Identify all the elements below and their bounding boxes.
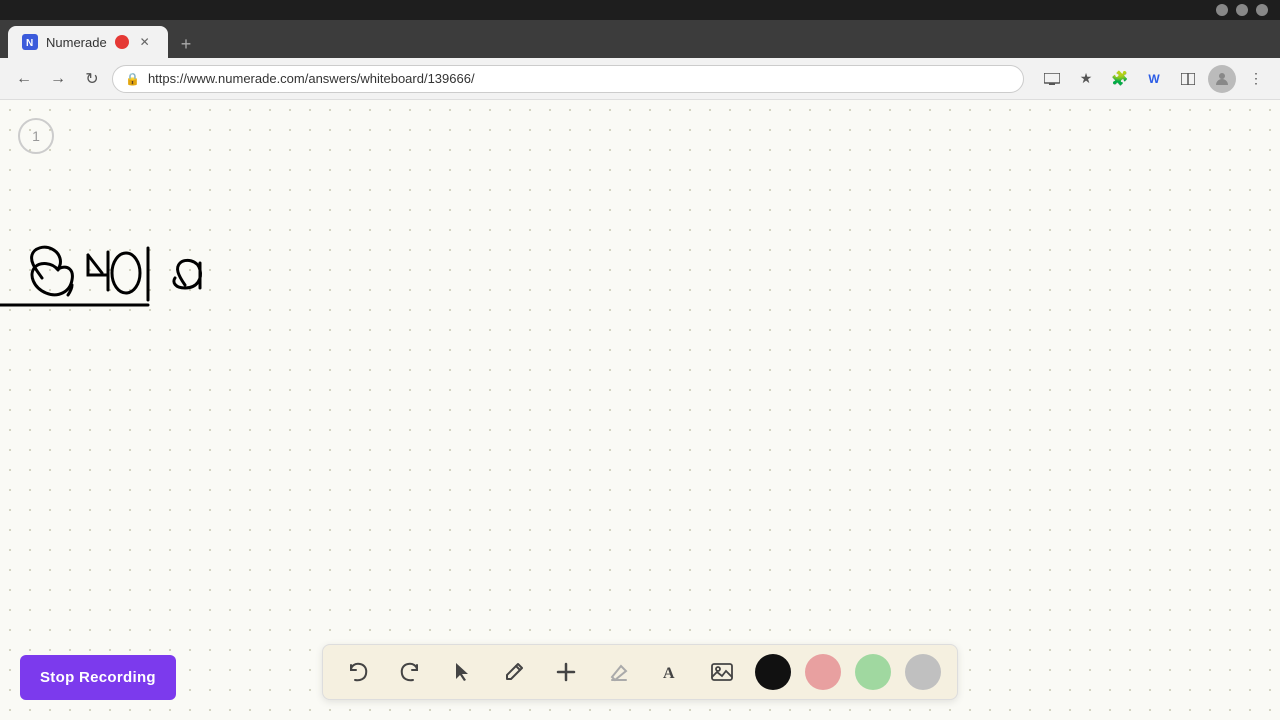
minimize-btn[interactable] [1216, 4, 1228, 16]
pen-tool-btn[interactable] [495, 653, 533, 691]
redo-btn[interactable] [391, 653, 429, 691]
word-extension-btn[interactable]: W [1140, 65, 1168, 93]
color-green[interactable] [855, 654, 891, 690]
bottom-toolbar: A [322, 644, 958, 700]
add-btn[interactable] [547, 653, 585, 691]
tab-title: Numerade [46, 35, 107, 50]
recording-indicator [115, 35, 129, 49]
whiteboard-area[interactable]: 1 [0, 100, 1280, 720]
profile-btn[interactable] [1208, 65, 1236, 93]
screen-capture-btn[interactable] [1038, 65, 1066, 93]
drawing-canvas[interactable] [0, 100, 1280, 720]
active-tab[interactable]: N Numerade ✕ [8, 26, 168, 58]
new-tab-button[interactable]: + [172, 30, 200, 58]
url-text: https://www.numerade.com/answers/whitebo… [148, 71, 475, 86]
color-pink[interactable] [805, 654, 841, 690]
color-black[interactable] [755, 654, 791, 690]
tab-bar: N Numerade ✕ + [0, 20, 1280, 58]
tab-close-btn[interactable]: ✕ [137, 34, 153, 50]
undo-btn[interactable] [339, 653, 377, 691]
bookmark-btn[interactable]: ★ [1072, 65, 1100, 93]
svg-text:N: N [26, 38, 33, 49]
reload-btn[interactable]: ↻ [78, 65, 106, 93]
image-btn[interactable] [703, 653, 741, 691]
stop-recording-btn[interactable]: Stop Recording [20, 655, 176, 700]
extension-btn[interactable]: 🧩 [1106, 65, 1134, 93]
menu-btn[interactable]: ⋮ [1242, 65, 1270, 93]
close-btn[interactable] [1256, 4, 1268, 16]
text-tool-btn[interactable]: A [651, 653, 689, 691]
forward-btn[interactable]: → [44, 65, 72, 93]
address-bar[interactable]: 🔒 https://www.numerade.com/answers/white… [112, 65, 1024, 93]
maximize-btn[interactable] [1236, 4, 1248, 16]
browser-window: N Numerade ✕ + ← → ↻ 🔒 https://www.numer… [0, 0, 1280, 720]
title-bar [0, 0, 1280, 20]
ssl-icon: 🔒 [125, 72, 140, 86]
nav-icons: ★ 🧩 W ⋮ [1038, 65, 1270, 93]
split-view-btn[interactable] [1174, 65, 1202, 93]
color-gray[interactable] [905, 654, 941, 690]
tab-favicon: N [22, 34, 38, 50]
back-btn[interactable]: ← [10, 65, 38, 93]
select-tool-btn[interactable] [443, 653, 481, 691]
eraser-btn[interactable] [599, 653, 637, 691]
nav-bar: ← → ↻ 🔒 https://www.numerade.com/answers… [0, 58, 1280, 100]
svg-text:A: A [663, 665, 675, 682]
